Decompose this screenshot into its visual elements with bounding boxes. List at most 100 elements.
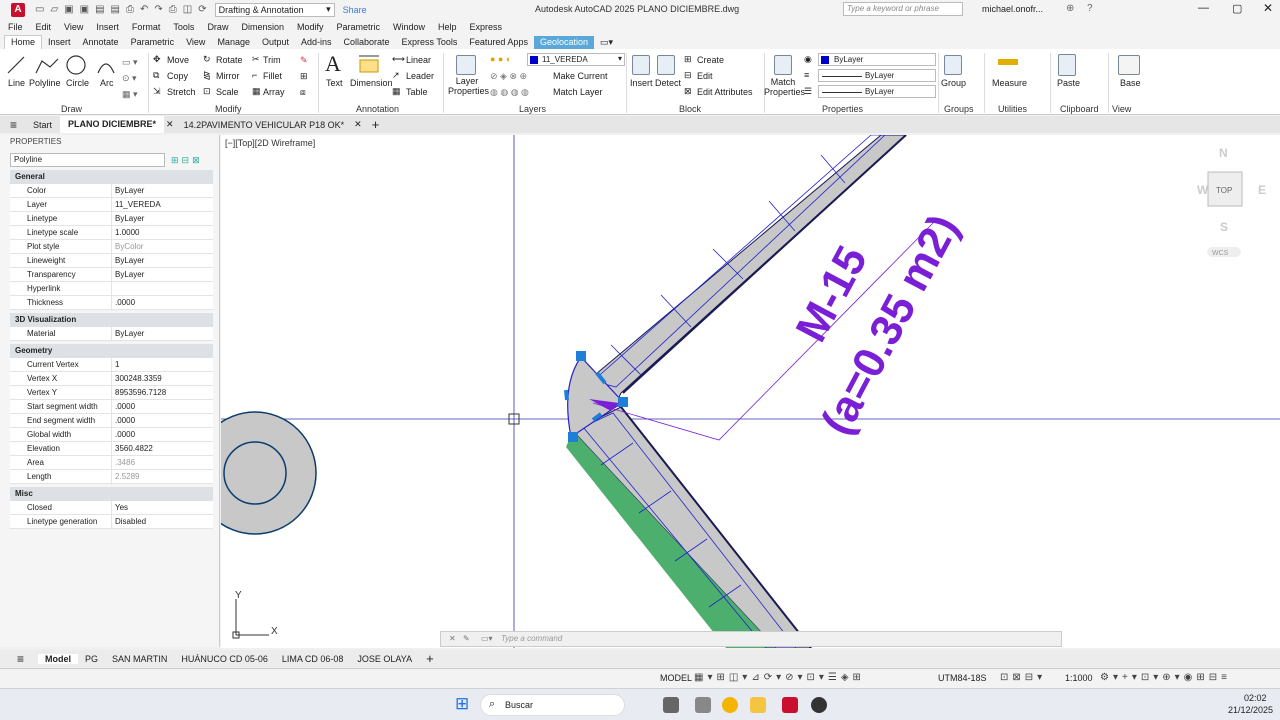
rotate-button[interactable]: Rotate (216, 55, 243, 65)
offset-icon[interactable]: ⧈ (300, 87, 306, 98)
property-value[interactable]: Yes (112, 501, 128, 514)
minimize-icon[interactable]: — (1198, 2, 1209, 14)
clipboard-panel-label[interactable]: Clipboard (1060, 104, 1099, 114)
task-view-icon[interactable] (663, 697, 679, 713)
menu-item-file[interactable]: File (8, 22, 23, 32)
ribbon-tab-parametric[interactable]: Parametric (125, 36, 181, 49)
property-row[interactable]: End segment width .0000 (10, 414, 213, 428)
hamburger-icon[interactable]: ≡ (0, 118, 25, 132)
move-button[interactable]: Move (167, 55, 189, 65)
property-value[interactable]: 1 (112, 358, 119, 371)
open-icon[interactable]: ▱ (50, 4, 58, 15)
paste-button[interactable]: Paste (1057, 78, 1080, 88)
ribbon-tab-manage[interactable]: Manage (211, 36, 256, 49)
viewcube-north[interactable]: N (1219, 146, 1228, 160)
group-button[interactable]: Group (941, 78, 966, 88)
new-icon[interactable]: ▭ (35, 4, 44, 15)
lineweight-dropdown[interactable]: ByLayer (818, 85, 936, 98)
layout-tab[interactable]: JOSE OLAYA (350, 654, 419, 664)
ribbon-tab-geolocation[interactable]: Geolocation (533, 36, 594, 49)
command-line[interactable]: ✕ ✎ ▭▾ Type a command (440, 631, 1062, 647)
lower-sidewalk[interactable] (572, 406, 812, 648)
property-row[interactable]: Closed Yes (10, 501, 213, 515)
menu-item-view[interactable]: View (64, 22, 83, 32)
layer-tools-icons[interactable]: ⊘ ◈ ⊗ ⊕ (490, 71, 527, 82)
linear-button[interactable]: Linear (406, 55, 431, 65)
circle-button[interactable]: Circle (66, 78, 89, 88)
viewcube-east[interactable]: E (1258, 183, 1266, 197)
property-row[interactable]: Linetype ByLayer (10, 212, 213, 226)
drafting-tools-icons[interactable]: ▦▾⊞◫▾⊿⟳▾⊘▾⊡▾☰◈⊞ (694, 672, 865, 683)
block-panel-label[interactable]: Block (679, 104, 701, 114)
taskbar-search[interactable]: ⌕ Buscar (480, 694, 625, 716)
property-row[interactable]: Vertex X 300248.3359 (10, 372, 213, 386)
table-button[interactable]: Table (406, 87, 428, 97)
add-layout-icon[interactable]: + (419, 651, 441, 666)
copy-button[interactable]: Copy (167, 71, 188, 81)
leader-button[interactable]: Leader (406, 71, 434, 81)
match-layer-button[interactable]: Match Layer (553, 87, 603, 97)
annotation-panel-label[interactable]: Annotation (356, 104, 399, 114)
view-panel-label[interactable]: View (1112, 104, 1131, 114)
property-value[interactable]: 2.5289 (112, 470, 139, 483)
ribbon-tab-collaborate[interactable]: Collaborate (338, 36, 396, 49)
save-icon[interactable]: ▣ (64, 4, 73, 15)
property-row[interactable]: Start segment width .0000 (10, 400, 213, 414)
close-icon[interactable]: ✕ (1263, 1, 1273, 15)
property-value[interactable]: 8953596.7128 (112, 386, 166, 399)
user-name[interactable]: michael.onofr... (982, 4, 1043, 14)
layout-tab[interactable]: HUÁNUCO CD 05-06 (174, 654, 275, 664)
viewcube-west[interactable]: W (1197, 183, 1209, 197)
trim-button[interactable]: Trim (263, 55, 281, 65)
lower-grass-strip[interactable] (566, 431, 776, 648)
chrome-icon[interactable] (722, 697, 738, 713)
linetype-dropdown[interactable]: ByLayer (818, 69, 936, 82)
property-row[interactable]: Vertex Y 8953596.7128 (10, 386, 213, 400)
menu-item-window[interactable]: Window (393, 22, 425, 32)
property-row[interactable]: Layer 11_VEREDA (10, 198, 213, 212)
windows-start-icon[interactable]: ⊞ (455, 694, 469, 714)
redo-icon[interactable]: ↷ (154, 4, 162, 15)
doc-tab-2[interactable]: 14.2PAVIMENTO VEHICULAR P18 OK* (176, 120, 353, 130)
property-value[interactable]: .0000 (112, 428, 135, 441)
property-value[interactable]: ByLayer (112, 268, 144, 281)
settings-icons[interactable]: ⚙▾+▾⊡▾⊕▾◉⊞⊟≡ (1100, 672, 1231, 683)
base-button[interactable]: Base (1120, 78, 1141, 88)
insert-button[interactable]: Insert (630, 78, 653, 88)
file-icon[interactable] (695, 697, 711, 713)
property-row[interactable]: Area .3486 (10, 456, 213, 470)
property-value[interactable]: Disabled (112, 515, 146, 528)
property-value[interactable]: ByLayer (112, 327, 144, 340)
annotation-tools-icons[interactable]: ⊡⊠⊟▾ (1000, 672, 1046, 683)
property-value[interactable]: 11_VEREDA (112, 198, 161, 211)
polyline-button[interactable]: Polyline (29, 78, 61, 88)
undo-icon[interactable]: ↶ (140, 4, 148, 15)
model-space-button[interactable]: MODEL (660, 673, 692, 683)
menu-item-modify[interactable]: Modify (297, 22, 324, 32)
viz-section[interactable]: 3D Visualization (10, 313, 213, 327)
layout-tab[interactable]: Model (38, 653, 78, 664)
misc-section[interactable]: Misc (10, 487, 213, 501)
property-row[interactable]: Plot style ByColor (10, 240, 213, 254)
ribbon-tab-add-ins[interactable]: Add-ins (295, 36, 338, 49)
utilities-panel-label[interactable]: Utilities (998, 104, 1027, 114)
general-section[interactable]: General (10, 170, 213, 184)
command-input[interactable]: Type a command (501, 634, 562, 643)
menu-item-express[interactable]: Express (470, 22, 503, 32)
property-row[interactable]: Linetype scale 1.0000 (10, 226, 213, 240)
ribbon-tab-express-tools[interactable]: Express Tools (396, 36, 464, 49)
property-value[interactable]: 3560.4822 (112, 442, 153, 455)
manhole-inner-circle[interactable] (223, 441, 287, 505)
coordinate-system[interactable]: UTM84-18S (938, 673, 987, 683)
plot-icon[interactable]: ⎙ (126, 4, 134, 15)
ribbon-tab-annotate[interactable]: Annotate (77, 36, 125, 49)
menu-item-edit[interactable]: Edit (36, 22, 52, 32)
clock-time[interactable]: 02:02 (1244, 693, 1267, 703)
make-current-button[interactable]: Make Current (553, 71, 608, 81)
search-input[interactable]: Type a keyword or phrase (843, 2, 963, 16)
fillet-button[interactable]: Fillet (263, 71, 282, 81)
match-properties-button[interactable]: Match Properties (764, 77, 805, 97)
menu-item-parametric[interactable]: Parametric (337, 22, 381, 32)
layout-tab[interactable]: SAN MARTIN (105, 654, 174, 664)
add-tab-icon[interactable]: + (364, 117, 388, 132)
